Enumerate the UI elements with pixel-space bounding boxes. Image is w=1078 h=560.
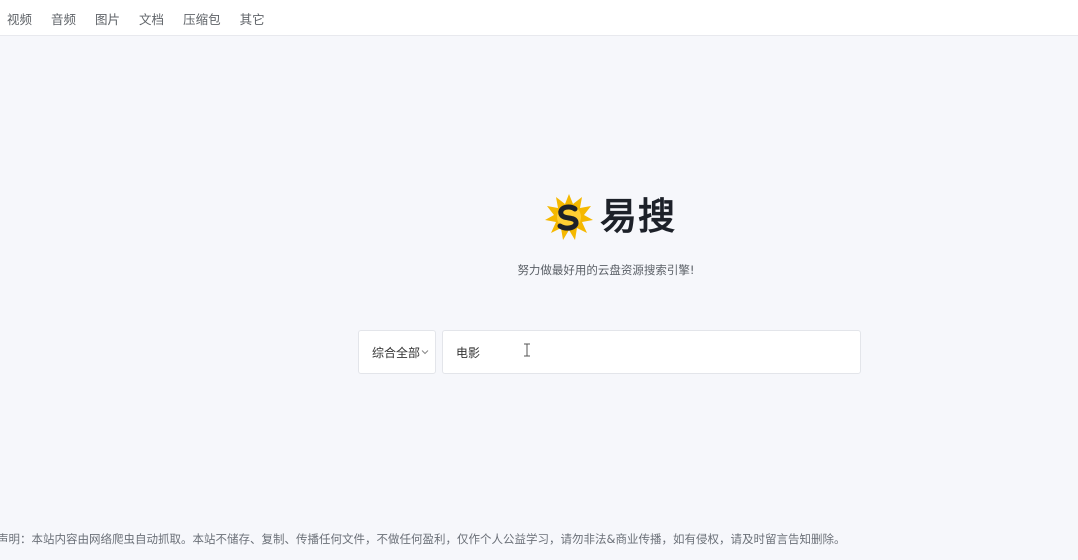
category-select[interactable]: 综合全部: [358, 330, 436, 374]
chevron-down-icon: [421, 350, 429, 355]
search-bar: 综合全部: [358, 330, 861, 374]
nav-item-other[interactable]: 其它: [240, 9, 265, 28]
nav-item-audio[interactable]: 音频: [51, 9, 76, 28]
category-nav: 视频 音频 图片 文档 压缩包 其它: [0, 0, 1078, 36]
category-select-label: 综合全部: [372, 345, 421, 360]
nav-item-document[interactable]: 文档: [139, 9, 164, 28]
nav-item-archive[interactable]: 压缩包: [183, 9, 221, 28]
top-nav-bar: 视频 音频 图片 文档 压缩包 其它: [0, 0, 1078, 36]
logo-icon: [545, 194, 593, 240]
nav-item-video[interactable]: 视频: [7, 9, 32, 28]
brand-name: 易搜: [600, 195, 676, 238]
brand: 易搜: [544, 192, 676, 242]
search-input[interactable]: [442, 330, 861, 374]
disclaimer: 声明：本站内容由网络爬虫自动抓取。本站不储存、复制、传播任何文件，不做任何盈利，…: [0, 532, 846, 546]
nav-item-image[interactable]: 图片: [95, 9, 120, 28]
tagline: 努力做最好用的云盘资源搜索引擎!: [517, 263, 695, 277]
